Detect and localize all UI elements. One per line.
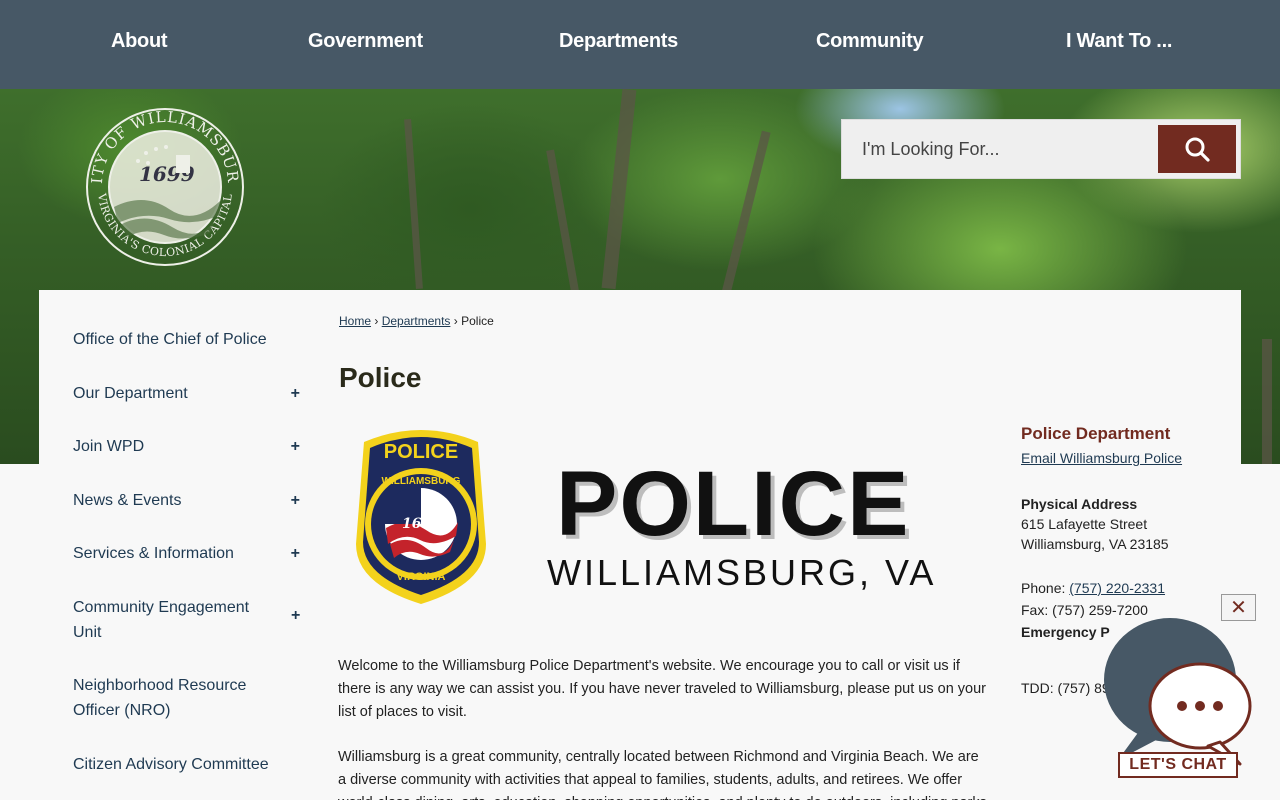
page-title: Police xyxy=(339,362,422,393)
expand-icon[interactable]: + xyxy=(291,381,300,406)
search-input[interactable] xyxy=(842,120,1158,178)
sidebar-item-label: Office of the Chief of Police xyxy=(73,331,267,348)
community-paragraph: Williamsburg is a great community, centr… xyxy=(338,749,987,800)
sidebar-item-label: Community Engagement Unit xyxy=(73,599,250,641)
address-city: Williamsburg, VA 23185 xyxy=(1021,536,1169,552)
nav-government[interactable]: Government xyxy=(308,30,423,53)
city-seal-logo[interactable]: CITY OF WILLIAMSBURG VIRGINIA'S COLONIAL… xyxy=(84,97,246,269)
sidebar-item-label: News & Events xyxy=(73,492,182,509)
sidebar-item-label: Neighborhood Resource Officer (NRO) xyxy=(73,677,247,719)
banner-subline: WILLIAMSBURG, VA xyxy=(547,552,937,593)
breadcrumb: Home › Departments › Police xyxy=(339,314,494,328)
svg-text:VIRGINIA: VIRGINIA xyxy=(397,571,446,583)
main-nav: About Government Departments Community I… xyxy=(0,0,1280,89)
breadcrumb-separator: › xyxy=(453,314,458,328)
email-link[interactable]: Email Williamsburg Police xyxy=(1021,450,1182,466)
svg-text:1699: 1699 xyxy=(402,516,441,532)
sidebar-item-label: Join WPD xyxy=(73,438,145,455)
svg-text:POLICE: POLICE xyxy=(384,441,458,463)
breadcrumb-departments[interactable]: Departments xyxy=(382,314,451,328)
breadcrumb-current: Police xyxy=(461,314,494,328)
nav-i-want-to[interactable]: I Want To ... xyxy=(1066,30,1172,53)
phone-label: Phone: xyxy=(1021,580,1066,596)
chat-close-button[interactable]: ✕ xyxy=(1221,594,1256,621)
banner-headline: POLICE xyxy=(556,453,911,555)
breadcrumb-separator: › xyxy=(374,314,379,328)
sidebar-item-news-events[interactable]: News & Events + xyxy=(73,488,308,513)
phone-link[interactable]: (757) 220-2331 xyxy=(1069,580,1165,596)
search-icon xyxy=(1185,137,1210,162)
sidebar-item-label: Services & Information xyxy=(73,545,234,562)
svg-text:WILLIAMSBURG: WILLIAMSBURG xyxy=(382,476,461,487)
breadcrumb-home[interactable]: Home xyxy=(339,314,371,328)
expand-icon[interactable]: + xyxy=(291,488,300,513)
site-search xyxy=(841,119,1241,179)
sidebar-item-nro[interactable]: Neighborhood Resource Officer (NRO) xyxy=(73,673,273,723)
sidebar-item-citizen-advisory[interactable]: Citizen Advisory Committee xyxy=(73,752,308,777)
sidebar-item-label: Our Department xyxy=(73,385,188,402)
intro-paragraph: Welcome to the Williamsburg Police Depar… xyxy=(338,658,986,720)
expand-icon[interactable]: + xyxy=(291,607,300,625)
department-name: Police Department xyxy=(1021,424,1171,443)
sidebar-item-our-department[interactable]: Our Department + xyxy=(73,381,308,406)
expand-icon[interactable]: + xyxy=(291,434,300,459)
police-badge-icon: 1699 POLICE WILLIAMSBURG VIRGINIA xyxy=(356,430,486,604)
search-button[interactable] xyxy=(1158,125,1236,173)
nav-departments[interactable]: Departments xyxy=(559,30,678,53)
nav-about[interactable]: About xyxy=(111,30,168,53)
sidebar-item-services-information[interactable]: Services & Information + xyxy=(73,541,308,566)
chat-label-button[interactable]: LET'S CHAT xyxy=(1118,752,1238,778)
fax-text: Fax: (757) 259-7200 xyxy=(1021,602,1148,618)
expand-icon[interactable]: + xyxy=(291,541,300,566)
sidebar-item-label: Citizen Advisory Committee xyxy=(73,756,269,773)
sidebar-item-community-engagement[interactable]: Community Engagement Unit xyxy=(73,595,273,645)
nav-community[interactable]: Community xyxy=(816,30,924,53)
sidebar-item-join-wpd[interactable]: Join WPD + xyxy=(73,434,308,459)
address-street: 615 Lafayette Street xyxy=(1021,516,1148,532)
address-label: Physical Address xyxy=(1021,496,1138,512)
sidebar-item-chief[interactable]: Office of the Chief of Police xyxy=(73,327,308,352)
phone-row: Phone: (757) 220-2331 xyxy=(1021,580,1241,596)
